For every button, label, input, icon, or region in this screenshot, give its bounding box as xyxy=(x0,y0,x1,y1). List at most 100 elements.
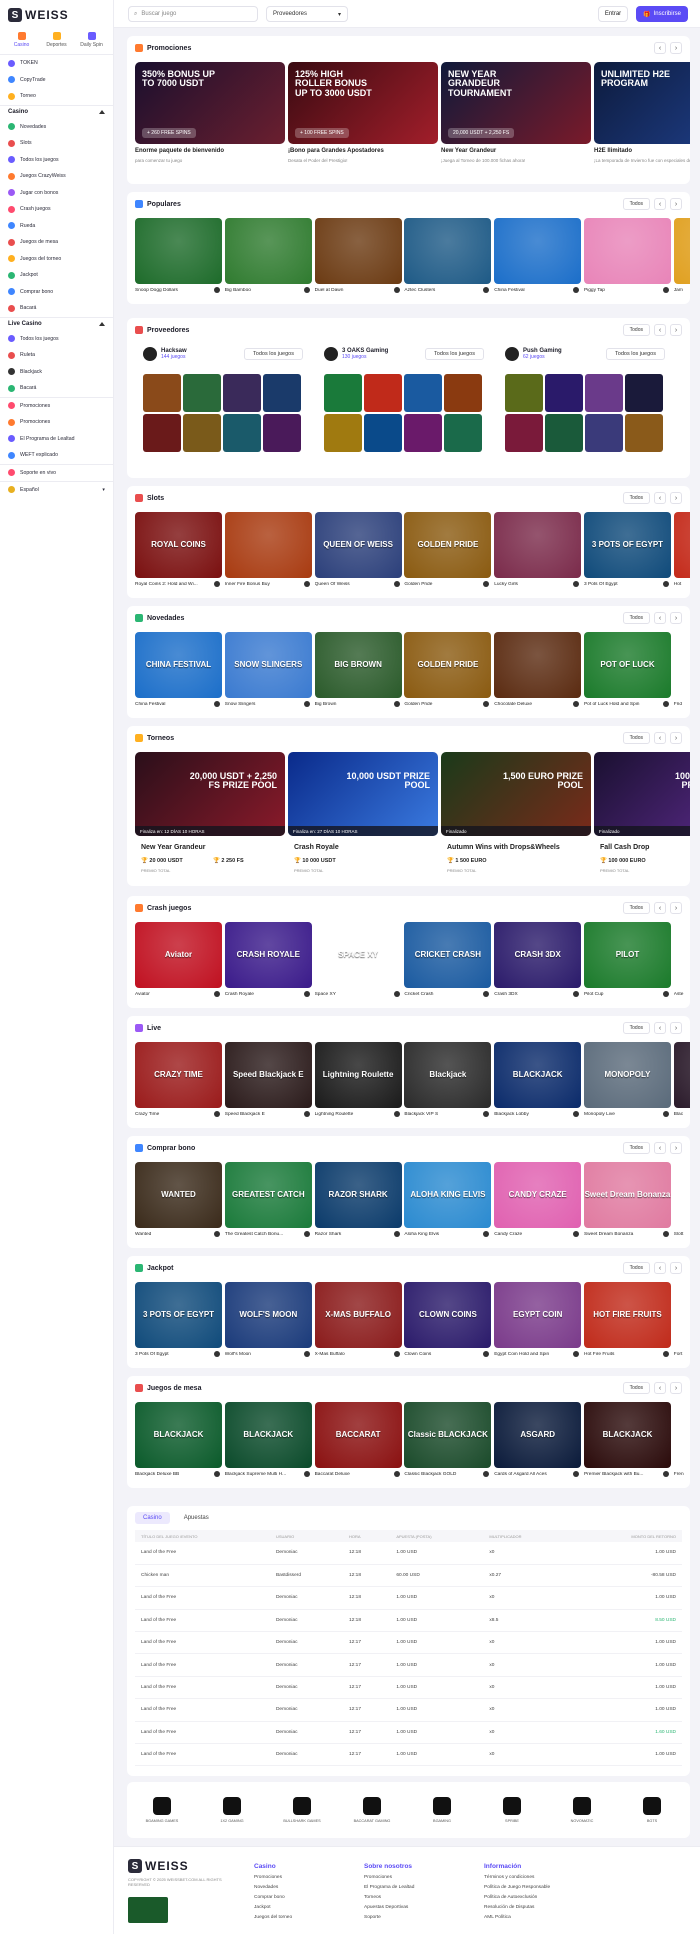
footer-logo[interactable]: S WEISS xyxy=(128,1859,189,1873)
next-arrow[interactable]: › xyxy=(670,42,682,54)
game-card[interactable]: Aviator Aviator xyxy=(135,922,222,1002)
game-thumbnail[interactable]: CRAZY TIME xyxy=(135,1042,222,1108)
provider-game-thumb[interactable] xyxy=(364,414,402,452)
game-card[interactable]: Classic BLACKJACK Classic Blackjack GOLD xyxy=(404,1402,492,1482)
table-cell[interactable]: Land of the Free xyxy=(135,1631,270,1655)
footer-link[interactable]: Términos y condiciones xyxy=(484,1875,550,1885)
game-card[interactable]: GOLDEN PRIDE Golden Pride xyxy=(404,512,492,592)
game-thumbnail[interactable] xyxy=(674,632,690,698)
game-card[interactable]: Chocolate Deluxe xyxy=(494,632,582,712)
prev-arrow[interactable]: ‹ xyxy=(654,902,666,914)
sidebar-item[interactable]: TOKEN xyxy=(0,55,113,72)
provider-game-thumb[interactable] xyxy=(404,374,442,412)
sidebar-item[interactable]: Juegos CrazyWeiss xyxy=(0,168,113,185)
next-arrow[interactable]: › xyxy=(670,1382,682,1394)
game-card[interactable]: CANDY CRAZE Candy Craze xyxy=(494,1162,582,1242)
game-thumbnail[interactable]: ALOHA KING ELVIS xyxy=(404,1162,492,1228)
game-card[interactable]: EGYPT COIN Egypt Coin Hold and Spin xyxy=(494,1282,582,1362)
next-arrow[interactable]: › xyxy=(670,198,682,210)
sidebar-item[interactable]: Bacará xyxy=(0,300,113,317)
game-card[interactable]: Aztec Clusters xyxy=(404,218,492,298)
game-thumbnail[interactable] xyxy=(404,218,492,284)
provider-game-thumb[interactable] xyxy=(324,414,362,452)
game-thumbnail[interactable] xyxy=(135,218,222,284)
table-cell[interactable]: Land of the Free xyxy=(135,1743,270,1767)
provider-game-thumb[interactable] xyxy=(263,374,301,412)
game-thumbnail[interactable]: ASGARD xyxy=(494,1402,582,1468)
game-card[interactable]: CRAZY TIME Crazy Time xyxy=(135,1042,222,1122)
table-cell[interactable]: Land of the Free xyxy=(135,1653,270,1677)
promo-card[interactable]: 125% HIGH ROLLER BONUS UP TO 3000 USDT + … xyxy=(288,62,438,172)
next-arrow[interactable]: › xyxy=(670,732,682,744)
provider-game-thumb[interactable] xyxy=(585,414,623,452)
promo-title[interactable]: ¡Bono para Grandes Apostadores xyxy=(288,148,384,154)
game-thumbnail[interactable] xyxy=(224,218,312,284)
provider-card[interactable]: Push Gaming 62 juegos Todos los juegos xyxy=(497,344,669,454)
sidebar-item[interactable]: Jackpot xyxy=(0,267,113,284)
tournament-banner[interactable]: 10,000 USDT PRIZE POOL Finaliza en: 27 DÍ… xyxy=(288,752,438,836)
sidebar-item[interactable]: Bacará xyxy=(0,380,113,397)
sidebar-item-support[interactable]: Soporte en vivo xyxy=(0,465,113,482)
sidebar-item[interactable]: CopyTrade xyxy=(0,72,113,89)
provider-game-thumb[interactable] xyxy=(143,374,181,412)
provider-game-thumb[interactable] xyxy=(183,374,221,412)
sidebar-item[interactable]: Torneo xyxy=(0,88,113,105)
game-thumbnail[interactable]: BLACKJACK xyxy=(494,1042,582,1108)
promo-banner[interactable]: 125% HIGH ROLLER BONUS UP TO 3000 USDT + … xyxy=(288,62,438,144)
game-card[interactable]: Blackjack Blackjack VIP S xyxy=(404,1042,492,1122)
game-card[interactable]: GREATEST CATCH The Greatest Catch Bonu... xyxy=(224,1162,312,1242)
game-card[interactable]: CRICKET CRASH Cricket Crash xyxy=(404,922,492,1002)
sidebar-item[interactable]: Blackjack xyxy=(0,364,113,381)
prev-arrow[interactable]: ‹ xyxy=(654,732,666,744)
game-thumbnail[interactable]: BLACKJACK xyxy=(583,1402,671,1468)
tab-sports-bets[interactable]: Apuestas xyxy=(176,1512,217,1524)
game-thumbnail[interactable]: CRICKET CRASH xyxy=(404,922,492,988)
footer-link[interactable]: AML Política xyxy=(484,1915,550,1925)
game-card[interactable]: PILOT Pilot Cup xyxy=(583,922,671,1002)
table-cell[interactable]: Land of the Free xyxy=(135,1721,270,1745)
game-thumbnail[interactable]: BIG BROWN xyxy=(314,632,402,698)
game-thumbnail[interactable]: RAZOR SHARK xyxy=(314,1162,402,1228)
next-arrow[interactable]: › xyxy=(670,1142,682,1154)
promo-banner[interactable]: UNLIMITED H2E PROGRAM xyxy=(594,62,690,144)
table-cell[interactable]: Land of the Free xyxy=(135,1698,270,1722)
provider-card[interactable]: Hacksaw 144 juegos Todos los juegos xyxy=(135,344,307,454)
game-card[interactable]: Slott xyxy=(674,1162,690,1242)
tournament-card[interactable]: 100,000 EURO PRIZE POOL Finalizado Fall Ca… xyxy=(594,752,690,882)
game-thumbnail[interactable]: SPACE XY xyxy=(315,922,402,988)
tab-deportes[interactable]: Deportes xyxy=(42,32,72,48)
game-thumbnail[interactable]: Lightning Roulette xyxy=(314,1042,402,1108)
see-all-button[interactable]: Todos xyxy=(622,1142,650,1154)
next-arrow[interactable]: › xyxy=(670,1262,682,1274)
tournament-card[interactable]: 10,000 USDT PRIZE POOL Finaliza en: 27 DÍ… xyxy=(288,752,438,882)
see-all-button[interactable]: Todos xyxy=(622,612,650,624)
game-card[interactable]: BACCARAT Baccarat Deluxe xyxy=(314,1402,402,1482)
game-card[interactable]: Snoop Dogg Dollars xyxy=(135,218,222,298)
provider-game-thumb[interactable] xyxy=(625,414,663,452)
providers-dropdown[interactable]: Proveedores ▾ xyxy=(266,6,348,22)
game-card[interactable]: Aste xyxy=(674,922,690,1002)
provider-game-thumb[interactable] xyxy=(545,374,583,412)
game-thumbnail[interactable]: WOLF'S MOON xyxy=(224,1282,312,1348)
prev-arrow[interactable]: ‹ xyxy=(654,612,666,624)
promo-banner[interactable]: 350% BONUS UP TO 7000 USDT + 260 FREE SPI… xyxy=(135,62,285,144)
game-thumbnail[interactable]: 3 POTS OF EGYPT xyxy=(583,512,671,578)
provider-game-thumb[interactable] xyxy=(585,374,623,412)
game-thumbnail[interactable] xyxy=(674,1282,690,1348)
game-card[interactable]: Blac xyxy=(673,1042,690,1122)
game-card[interactable]: Inner Fire Bonus Buy xyxy=(224,512,312,592)
next-arrow[interactable]: › xyxy=(670,324,682,336)
sidebar-item[interactable]: WEFT explicado xyxy=(0,447,113,464)
game-card[interactable]: China Festival xyxy=(494,218,582,298)
footer-link[interactable]: Novedades xyxy=(254,1885,292,1895)
footer-link[interactable]: Jackpot xyxy=(254,1905,292,1915)
game-card[interactable]: Big Bamboo xyxy=(224,218,312,298)
prev-arrow[interactable]: ‹ xyxy=(654,42,666,54)
game-thumbnail[interactable]: HOT FIRE FRUITS xyxy=(583,1282,671,1348)
sidebar-item[interactable]: Jugar con bonos xyxy=(0,185,113,202)
provider-logo[interactable]: SPRIBE xyxy=(477,1797,547,1823)
game-card[interactable]: GOLDEN PRIDE Golden Pride xyxy=(404,632,492,712)
game-card[interactable]: BLACKJACK Blackjack Deluxe BB xyxy=(135,1402,222,1482)
login-button[interactable]: Entrar xyxy=(598,6,628,22)
tab-casino[interactable]: Casino xyxy=(7,32,37,48)
